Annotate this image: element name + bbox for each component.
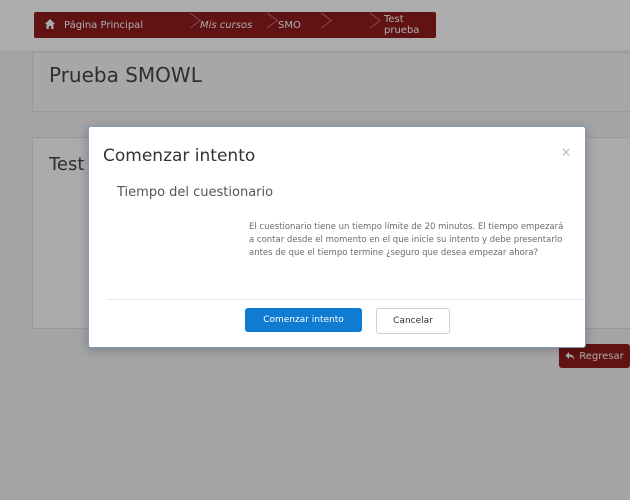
modal-body-text: El cuestionario tiene un tiempo límite d… bbox=[249, 222, 564, 258]
modal-divider bbox=[107, 299, 585, 300]
start-attempt-modal: Comenzar intento × Tiempo del cuestionar… bbox=[88, 126, 586, 348]
cancel-button[interactable]: Cancelar bbox=[376, 308, 450, 334]
modal-heading: Tiempo del cuestionario bbox=[117, 185, 274, 200]
close-icon[interactable]: × bbox=[561, 145, 571, 159]
modal-title: Comenzar intento bbox=[103, 146, 256, 166]
start-attempt-button[interactable]: Comenzar intento bbox=[245, 308, 362, 332]
